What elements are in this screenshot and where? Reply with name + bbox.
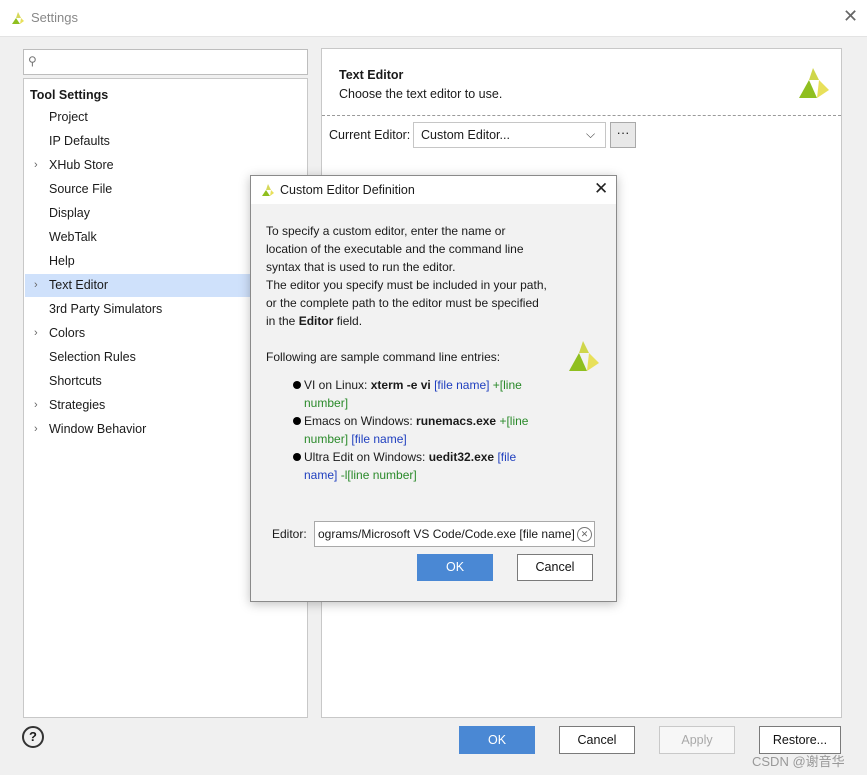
window-titlebar: Settings ✕ xyxy=(0,0,867,37)
tree-item-label: Strategies xyxy=(49,398,106,412)
current-editor-select[interactable]: Custom Editor... ⌵ xyxy=(413,122,606,148)
expand-arrow-icon[interactable]: › xyxy=(34,322,38,345)
ok-button[interactable]: OK xyxy=(459,726,535,754)
dialog-vivado-logo-icon xyxy=(569,341,599,371)
tree-item-label: IP Defaults xyxy=(49,134,110,148)
expand-arrow-icon[interactable]: › xyxy=(34,418,38,441)
window-title: Settings xyxy=(31,10,78,25)
intro-line: The editor you specify must be included … xyxy=(266,278,547,292)
tree-item[interactable]: › Colors xyxy=(25,322,250,345)
tree-heading: Tool Settings xyxy=(30,88,109,102)
window-close-button[interactable]: ✕ xyxy=(843,6,858,27)
watermark-text: CSDN @谢音华 xyxy=(752,754,845,769)
bullet-icon xyxy=(293,453,301,461)
tree-item-label: Source File xyxy=(49,182,113,196)
current-editor-value: Custom Editor... xyxy=(421,128,510,142)
tree-item-label: Project xyxy=(49,110,88,124)
intro-line: To specify a custom editor, enter the na… xyxy=(266,224,506,238)
bullet-icon xyxy=(293,417,301,425)
tree-item-label: Shortcuts xyxy=(49,374,102,388)
tree-item-label: Colors xyxy=(49,326,86,340)
tree-item[interactable]: 3rd Party Simulators xyxy=(25,298,250,321)
expand-arrow-icon[interactable]: › xyxy=(34,274,38,297)
tree-item[interactable]: Shortcuts xyxy=(25,370,250,393)
dialog-intro-text: To specify a custom editor, enter the na… xyxy=(266,222,566,330)
tree-item[interactable]: Help xyxy=(25,250,250,273)
custom-editor-dialog: Custom Editor Definition ✕ To specify a … xyxy=(250,175,617,602)
dialog-title: Custom Editor Definition xyxy=(280,183,415,197)
help-button[interactable]: ? xyxy=(22,726,44,748)
cancel-button[interactable]: Cancel xyxy=(559,726,635,754)
tree-item-label: Selection Rules xyxy=(49,350,136,364)
editor-path-value: ograms/Microsoft VS Code/Code.exe [file … xyxy=(318,527,575,541)
sample-entry: Emacs on Windows: runemacs.exe +[line nu… xyxy=(293,412,554,448)
tree-item-label: WebTalk xyxy=(49,230,97,244)
tree-item[interactable]: Source File xyxy=(25,178,250,201)
tree-item-label: 3rd Party Simulators xyxy=(49,302,163,316)
chevron-down-icon: ⌵ xyxy=(586,127,596,141)
app-logo-icon xyxy=(12,12,24,24)
vivado-logo-icon xyxy=(799,68,829,98)
bullet-icon xyxy=(293,381,301,389)
clear-field-icon[interactable]: ✕ xyxy=(577,527,592,542)
intro-line: in the Editor field. xyxy=(266,314,363,328)
current-editor-label: Current Editor: xyxy=(329,128,411,142)
tree-item[interactable]: Project xyxy=(25,106,250,129)
expand-arrow-icon[interactable]: › xyxy=(34,394,38,417)
expand-arrow-icon[interactable]: › xyxy=(34,154,38,177)
restore-button[interactable]: Restore... xyxy=(759,726,841,754)
intro-line: or the complete path to the editor must … xyxy=(266,296,539,310)
dialog-close-button[interactable]: ✕ xyxy=(594,179,608,199)
tree-item[interactable]: WebTalk xyxy=(25,226,250,249)
browse-editor-button[interactable]: ··· xyxy=(610,122,636,148)
panel-description: Choose the text editor to use. xyxy=(339,87,503,101)
intro-line: location of the executable and the comma… xyxy=(266,242,524,256)
settings-search[interactable]: ⚲ xyxy=(23,49,308,75)
sample-entry: VI on Linux: xterm -e vi [file name] +[l… xyxy=(293,376,554,412)
tree-item[interactable]: Selection Rules xyxy=(25,346,250,369)
sample-entry: Ultra Edit on Windows: uedit32.exe [file… xyxy=(293,448,554,484)
apply-button[interactable]: Apply xyxy=(659,726,735,754)
tree-item-label: Window Behavior xyxy=(49,422,147,436)
editor-field-label: Editor: xyxy=(272,527,307,541)
panel-separator xyxy=(322,115,841,116)
dialog-logo-icon xyxy=(262,184,274,196)
tree-item[interactable]: › Window Behavior xyxy=(25,418,250,441)
search-input[interactable] xyxy=(44,52,303,72)
tree-item-label: Help xyxy=(49,254,75,268)
tree-item-label: XHub Store xyxy=(49,158,114,172)
dialog-cancel-button[interactable]: Cancel xyxy=(517,554,593,581)
tree-item[interactable]: › Text Editor xyxy=(25,274,250,297)
intro-line: syntax that is used to run the editor. xyxy=(266,260,456,274)
tree-item[interactable]: IP Defaults xyxy=(25,130,250,153)
tree-item[interactable]: Display xyxy=(25,202,250,225)
panel-title: Text Editor xyxy=(339,68,404,82)
editor-path-field[interactable]: ograms/Microsoft VS Code/Code.exe [file … xyxy=(314,521,595,547)
dialog-ok-button[interactable]: OK xyxy=(417,554,493,581)
tree-item[interactable]: › Strategies xyxy=(25,394,250,417)
samples-heading: Following are sample command line entrie… xyxy=(266,350,501,364)
tree-item-label: Text Editor xyxy=(49,278,109,292)
search-icon: ⚲ xyxy=(28,54,37,68)
tree-item-label: Display xyxy=(49,206,90,220)
tree-item[interactable]: › XHub Store xyxy=(25,154,250,177)
